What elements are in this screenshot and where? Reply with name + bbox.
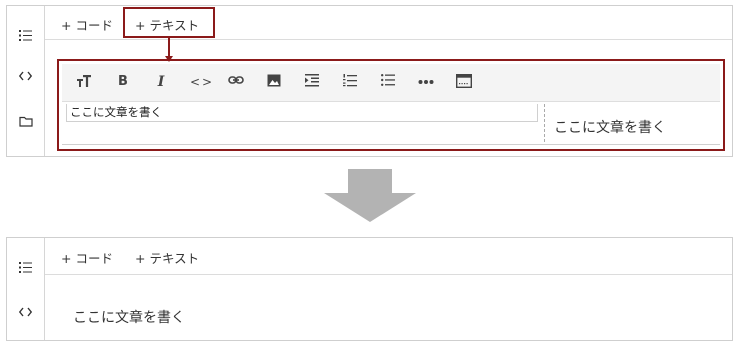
code-brackets-icon[interactable] [7,307,44,321]
code-brackets-icon[interactable] [7,71,44,85]
bottom-notebook-panel: + コード + テキスト ここに文章を書く [6,237,733,341]
pointer-arrow-line [168,38,170,57]
left-sidebar-bottom [7,238,45,340]
left-sidebar [7,6,45,156]
list-icon[interactable] [7,30,44,45]
down-arrow [320,169,420,227]
rendered-text-cell[interactable]: ここに文章を書く [73,307,185,327]
add-text-highlight [123,7,215,38]
add-text-button[interactable]: + テキスト [135,248,199,267]
list-icon[interactable] [7,262,44,277]
add-code-button[interactable]: + コード [61,248,113,267]
editor-highlight [57,59,725,151]
add-code-button[interactable]: + コード [61,15,113,34]
cell-add-toolbar-bottom: + コード + テキスト [45,238,732,275]
folder-icon[interactable] [7,116,44,131]
